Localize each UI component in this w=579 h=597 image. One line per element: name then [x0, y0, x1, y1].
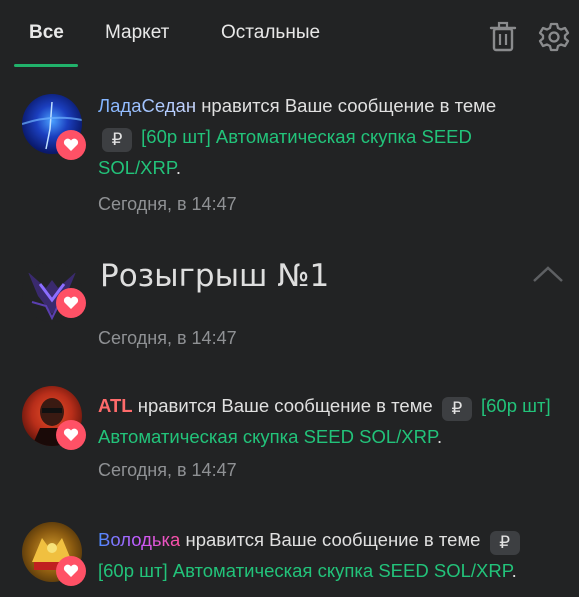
thread-link[interactable]: [60р шт] Автоматическая скупка SEED SOL/… [98, 560, 512, 581]
notification-action: нравится Ваше сообщение в теме [137, 395, 433, 416]
timestamp: Сегодня, в 14:47 [98, 328, 237, 348]
user-link[interactable]: ЛадаСедан [98, 95, 196, 116]
heart-icon [56, 130, 86, 160]
active-tab-indicator [14, 64, 78, 67]
notification-text: ЛадаСедан нравится Ваше сообщение в теме… [98, 90, 558, 183]
notification-item[interactable]: Розыгрыш №1 Сегодня, в 14:47 [0, 250, 579, 360]
notification-item[interactable]: ЛадаСедан нравится Ваше сообщение в теме… [0, 86, 579, 226]
chevron-up-icon[interactable] [531, 264, 565, 284]
notification-item[interactable]: Володька нравится Ваше сообщение в теме … [0, 518, 579, 597]
user-link[interactable]: Володька [98, 529, 180, 550]
ruble-icon: ₽ [102, 128, 132, 152]
punctuation: . [175, 157, 181, 178]
notification-action: нравится Ваше сообщение в теме [201, 95, 497, 116]
timestamp: Сегодня, в 14:47 [98, 194, 237, 214]
notification-title: Розыгрыш №1 [100, 258, 330, 294]
heart-icon [56, 556, 86, 586]
notification-tabs: Все Маркет Остальные [0, 0, 579, 70]
thread-link[interactable]: [60р шт] Автоматическая скупка SEED SOL/… [98, 126, 472, 178]
ruble-icon: ₽ [441, 397, 472, 421]
notification-action: нравится Ваше сообщение в теме [185, 529, 481, 550]
heart-icon [56, 420, 86, 450]
tab-market[interactable]: Маркет [105, 22, 169, 44]
notification-text: Володька нравится Ваше сообщение в теме … [98, 524, 558, 586]
tab-all[interactable]: Все [29, 22, 64, 44]
ruble-icon: ₽ [489, 531, 520, 555]
user-link[interactable]: ATL [98, 395, 133, 416]
tab-other[interactable]: Остальные [221, 22, 320, 44]
punctuation: . [436, 426, 443, 447]
trash-icon[interactable] [488, 20, 518, 54]
heart-icon [56, 288, 86, 318]
punctuation: . [511, 560, 517, 581]
notification-item[interactable]: ATL нравится Ваше сообщение в теме ₽ [60… [0, 386, 579, 496]
notification-text: ATL нравится Ваше сообщение в теме ₽ [60… [98, 390, 558, 452]
gear-icon[interactable] [538, 20, 570, 54]
timestamp: Сегодня, в 14:47 [98, 460, 237, 480]
